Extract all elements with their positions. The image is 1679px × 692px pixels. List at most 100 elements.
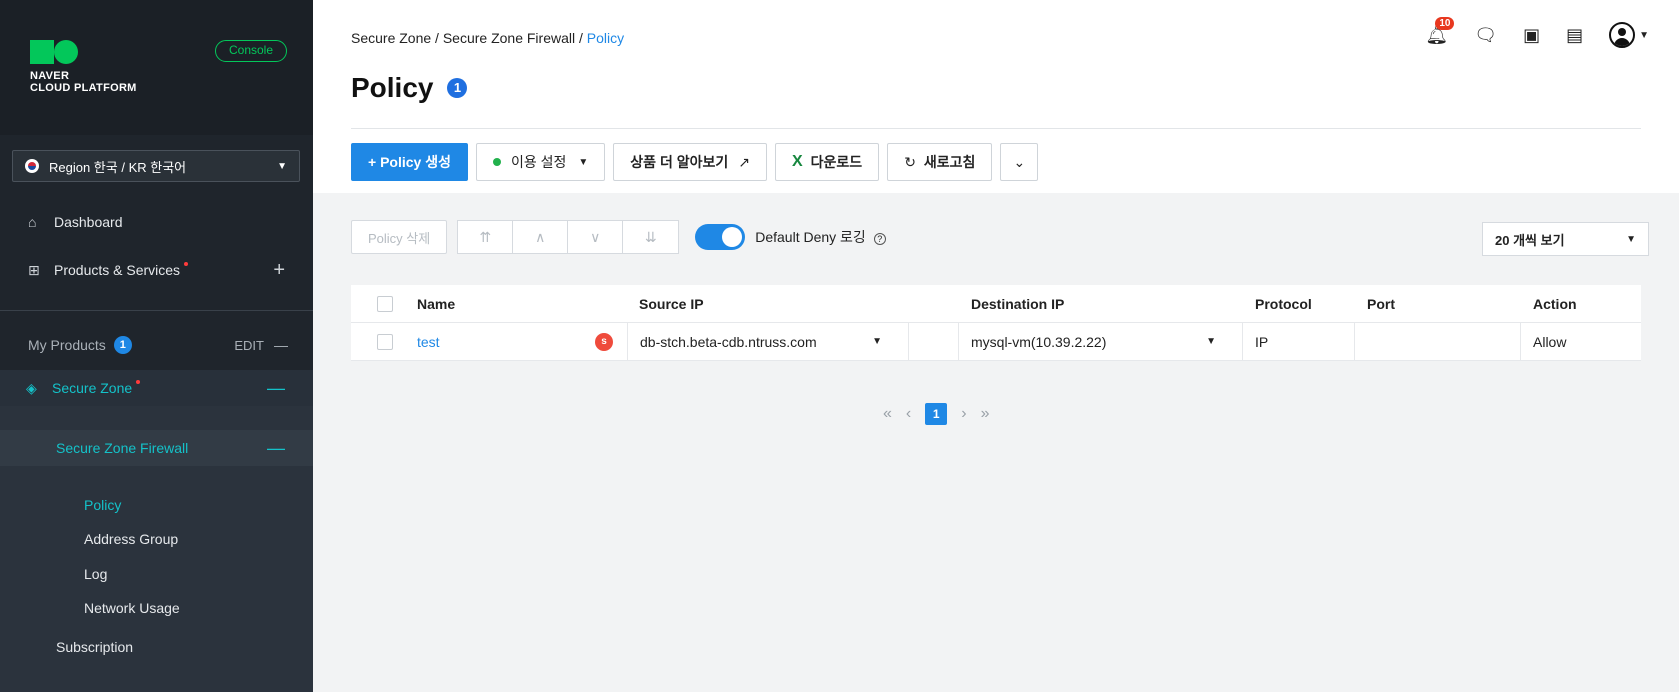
new-dot [136, 380, 141, 384]
calendar-icon[interactable]: ▤ [1566, 25, 1583, 46]
last-page-icon[interactable]: » [981, 405, 990, 423]
sidebar-item-subscription[interactable]: Subscription [56, 639, 133, 655]
row-checkbox[interactable] [377, 333, 393, 350]
order-buttons: ⇈ ∧ ∨ ⇊ [457, 220, 680, 254]
header-action: Action [1533, 295, 1577, 312]
edit-button[interactable]: EDIT [234, 338, 264, 353]
collapse-icon[interactable]: — [274, 337, 288, 353]
download-button[interactable]: X 다운로드 [774, 143, 880, 181]
next-page-icon[interactable]: › [961, 405, 966, 423]
my-products-count: 1 [113, 336, 132, 354]
row-checkbox-cell [351, 323, 399, 361]
page-title-text: Policy [351, 72, 434, 103]
move-up-icon[interactable]: ∧ [513, 221, 569, 253]
secure-zone-firewall-label: Secure Zone Firewall [56, 440, 189, 456]
table-row[interactable]: test s db-stch.beta-cdb.ntruss.com ▼ mys… [351, 322, 1641, 361]
chat-icon[interactable]: 🗨︎ [1474, 25, 1497, 46]
console-button[interactable]: Console [215, 40, 287, 62]
collapse-icon[interactable]: — [267, 438, 285, 459]
status-badge: s [595, 332, 613, 351]
default-deny-toggle[interactable] [695, 224, 746, 250]
sidebar-item-network-usage[interactable]: Network Usage [84, 600, 180, 616]
pagination: « ‹ 1 › » [883, 403, 989, 425]
page-title: Policy 1 [351, 72, 468, 104]
protocol-cell: IP [1243, 322, 1355, 361]
sidebar: NAVER CLOUD PLATFORM Console Region 한국 /… [0, 0, 313, 692]
name-cell: test s [399, 323, 627, 361]
header-source-ip: Source IP [639, 295, 704, 312]
main-content: Secure Zone / Secure Zone Firewall / Pol… [313, 0, 1679, 692]
secure-zone-label: Secure Zone [52, 380, 133, 396]
breadcrumb: Secure Zone / Secure Zone Firewall / Pol… [351, 30, 624, 46]
app-root: NAVER CLOUD PLATFORM Console Region 한국 /… [0, 0, 1679, 692]
brand-line2: CLOUD PLATFORM [30, 82, 137, 94]
breadcrumb-item[interactable]: Secure Zone / [351, 30, 439, 46]
page-number[interactable]: 1 [925, 403, 948, 425]
move-bottom-icon[interactable]: ⇊ [623, 221, 678, 253]
region-select[interactable]: Region 한국 / KR 한국어 ▼ [12, 150, 300, 182]
caret-down-icon: ▼ [872, 336, 882, 347]
logo-area: NAVER CLOUD PLATFORM Console [0, 0, 313, 135]
header-port: Port [1367, 295, 1395, 312]
source-ip-cell[interactable]: db-stch.beta-cdb.ntruss.com ▼ [627, 322, 909, 361]
table-controls: Policy 삭제 ⇈ ∧ ∨ ⇊ Default Deny 로깅 ? [351, 220, 886, 254]
header-divider [351, 128, 1641, 129]
collapse-icon[interactable]: — [267, 378, 285, 399]
refresh-label: 새로고침 [923, 154, 976, 170]
nav-secure-zone[interactable]: ◈ Secure Zone — [0, 370, 313, 406]
toggle-label-text: Default Deny 로깅 [755, 229, 866, 245]
more-dropdown-button[interactable]: ⌄ [1000, 143, 1039, 181]
page-size-select[interactable]: 20 개씩 보기 ▼ [1482, 222, 1649, 256]
select-all-checkbox[interactable] [377, 295, 393, 312]
chevron-down-icon: ⌄ [1013, 153, 1026, 170]
info-badge[interactable]: 1 [447, 78, 468, 98]
policy-table: Name Source IP Destination IP Protocol P… [351, 285, 1641, 361]
grid-icon: ⊞ [28, 261, 40, 278]
help-icon[interactable]: ? [873, 233, 886, 245]
delete-policy-button[interactable]: Policy 삭제 [351, 220, 448, 254]
prev-page-icon[interactable]: ‹ [906, 405, 911, 423]
move-down-icon[interactable]: ∨ [568, 221, 624, 253]
secure-zone-icon: ◈ [26, 379, 37, 396]
naver-logo-icon [30, 40, 78, 64]
sidebar-item-log[interactable]: Log [84, 566, 107, 582]
caret-down-icon: ▼ [1626, 233, 1636, 245]
first-page-icon[interactable]: « [883, 405, 892, 423]
sidebar-divider [0, 310, 313, 311]
sidebar-item-address-group[interactable]: Address Group [84, 531, 178, 547]
port-cell [1355, 322, 1521, 361]
excel-icon: X [791, 153, 803, 170]
top-icon-bar: 🔔︎ 10 🗨︎ ▣ ▤ ▼ [1425, 16, 1649, 48]
status-dot [492, 158, 501, 166]
brand-text: NAVER CLOUD PLATFORM [30, 70, 137, 94]
caret-down-icon: ▼ [1639, 29, 1649, 41]
notification-badge: 10 [1435, 16, 1455, 30]
brand-line1: NAVER [30, 70, 70, 82]
usage-settings-dropdown[interactable]: 이용 설정 ▼ [475, 143, 606, 181]
policy-name-link[interactable]: test [417, 334, 440, 350]
sidebar-item-policy[interactable]: Policy [84, 497, 121, 513]
memo-icon[interactable]: ▣ [1523, 25, 1540, 46]
caret-down-icon: ▼ [578, 156, 589, 168]
refresh-button[interactable]: ↻ 새로고침 [887, 143, 993, 181]
breadcrumb-current: Policy [586, 30, 625, 46]
korea-flag-icon [25, 159, 39, 173]
user-menu[interactable]: ▼ [1609, 22, 1649, 48]
create-policy-button[interactable]: + Policy 생성 [351, 143, 468, 181]
breadcrumb-item[interactable]: Secure Zone Firewall / [443, 30, 583, 46]
nav-dashboard[interactable]: ⌂ Dashboard [0, 204, 313, 240]
default-deny-label: Default Deny 로깅 ? [755, 227, 886, 247]
learn-more-button[interactable]: 상품 더 알아보기 ↗ [613, 143, 767, 181]
home-icon: ⌂ [28, 214, 37, 230]
nav-secure-zone-firewall[interactable]: Secure Zone Firewall — [0, 430, 313, 466]
move-top-icon[interactable]: ⇈ [458, 221, 514, 253]
external-link-icon: ↗ [738, 153, 750, 170]
destination-ip-cell[interactable]: mysql-vm(10.39.2.22) ▼ [959, 322, 1243, 361]
bell-icon[interactable]: 🔔︎ 10 [1425, 16, 1455, 46]
table-header: Name Source IP Destination IP Protocol P… [351, 285, 1641, 323]
plus-icon[interactable]: + [273, 259, 285, 282]
my-products-header: My Products 1 EDIT — [28, 336, 288, 354]
caret-down-icon: ▼ [1206, 336, 1216, 347]
page-size-label: 20 개씩 보기 [1495, 232, 1565, 248]
nav-products-services[interactable]: ⊞ Products & Services + [0, 252, 313, 288]
